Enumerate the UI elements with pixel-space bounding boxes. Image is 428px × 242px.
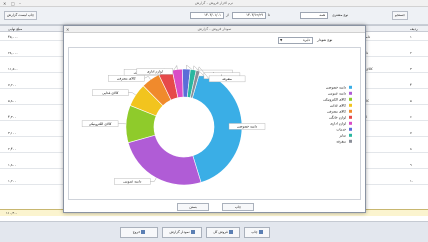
table-cell: ۲۸,۰۰۰ (8, 51, 18, 55)
total-sales-button[interactable]: فروش کل (206, 227, 240, 238)
table-cell: ۴ (410, 83, 412, 87)
slice-label: کالای الکترونیکی (89, 122, 112, 126)
slice-label: دامنه خصوصی (237, 125, 258, 129)
table-cell: ۸ (410, 147, 412, 151)
search-label: جستجو (395, 13, 406, 17)
table-cell: ۳,۱۰۰ (8, 131, 17, 135)
chart-type-label: نوع نمودار (317, 38, 333, 42)
print-list-button[interactable]: چاپ لیست گزارش (4, 11, 38, 20)
legend-swatch (349, 91, 352, 95)
legend-swatch (349, 127, 352, 131)
slice-label: دامنه عمومی (123, 180, 142, 184)
chart-icon (190, 230, 195, 234)
dialog-title: نمودار فروش - گزارش (197, 27, 232, 31)
exit-button[interactable]: خروج (120, 227, 158, 238)
bottom-bar: خروج نمودار گزارش فروش کل چاپ (0, 221, 428, 242)
table-cell: ۳ (410, 67, 412, 71)
to-label: تا (268, 13, 270, 17)
search-button[interactable]: جستجو (392, 11, 409, 20)
footer-total: ۱۱۰,۳۰۰ (6, 211, 18, 215)
legend-label: کالای الکترونیکی (323, 98, 346, 102)
printer-icon (258, 230, 263, 234)
legend-label: متفرقه (336, 140, 346, 144)
chart-report-label: نمودار گزارش (169, 230, 190, 234)
table-cell: ۱ (410, 35, 412, 39)
legend-swatch (349, 109, 352, 113)
legend-label: سایر (338, 134, 346, 138)
window-title: نرم افزار فروش - گزارش (194, 1, 234, 5)
table-cell: ۲,۴۰۰ (8, 147, 17, 151)
table-cell: ۱۰ (410, 179, 414, 183)
main-titlebar: ✕ □ – نرم افزار فروش - گزارش (0, 0, 428, 7)
legend-swatch (349, 85, 352, 89)
table-cell: ۵,۸۰۰ (8, 99, 17, 103)
slice-label: کالای غذایی (102, 91, 119, 95)
legend-swatch (349, 97, 352, 101)
legend-swatch (349, 103, 352, 107)
legend-label: دامنه عمومی (328, 92, 347, 96)
legend-label: خدمات (336, 128, 346, 132)
grid-column-header[interactable]: مبلغ نهایی (8, 27, 22, 31)
table-cell: ۴,۳۰۰ (8, 115, 17, 119)
table-cell: ۱,۲۰۰ (8, 179, 17, 183)
table-cell: ۵ (410, 99, 412, 103)
chart-type-value: دایره (302, 38, 310, 42)
legend-swatch (349, 121, 352, 125)
print-button[interactable]: چاپ (244, 227, 270, 238)
legend-label: کالای مصرفی (327, 110, 346, 114)
chart-report-button[interactable]: نمودار گزارش (162, 227, 202, 238)
chevron-down-icon: ▼ (280, 38, 283, 42)
chart-type-select[interactable]: ▼ دایره (278, 37, 313, 44)
exit-icon (141, 230, 146, 234)
table-cell: ۱,۸۰۰ (8, 163, 17, 167)
dialog-titlebar: ✕ نمودار فروش - گزارش (64, 26, 365, 33)
print-label: چاپ (251, 230, 258, 234)
from-date-field[interactable]: ۱۴۰۳/۰۱/۰۱ (190, 12, 224, 19)
table-cell: ۲ (410, 51, 412, 55)
callout-line (144, 76, 151, 80)
sales-icon (228, 230, 233, 234)
legend-label: لوازم اداری (330, 122, 346, 127)
customer-group-label: نوع مشتری (332, 13, 349, 17)
slice-label: کالای مصرفی (117, 77, 136, 81)
callout-line (128, 92, 136, 96)
dialog-options: ▼ دایره نوع نمودار (64, 33, 365, 48)
legend-label: دامنه خصوصی (326, 86, 347, 90)
table-cell: ۹ (410, 163, 412, 167)
donut-chart: دامنه خصوصی دامنه عمومی کالای الکترونیکی کا… (81, 64, 352, 186)
chart-dialog: ✕ نمودار فروش - گزارش ▼ دایره نوع نمودار… (63, 25, 366, 213)
legend-swatch (349, 133, 352, 137)
legend-swatch (349, 115, 352, 119)
toolbar: چاپ لیست گزارش ۱۴۰۳/۰۱/۰۱ از ۱۴۰۳/۱۲/۲۹ … (0, 7, 428, 25)
legend-label: کالای غذایی (330, 104, 347, 108)
table-cell: ۴۵,۰۰۰ (8, 35, 18, 39)
total-sales-label: فروش کل (213, 230, 228, 234)
to-date-field[interactable]: ۱۴۰۳/۱۲/۲۹ (232, 12, 266, 19)
slice-label: متفرقه (222, 77, 232, 81)
dialog-print-button[interactable]: چاپ (222, 203, 254, 211)
chart-area: دامنه خصوصی دامنه عمومی کالای الکترونیکی کا… (68, 47, 361, 200)
legend-swatch (349, 139, 352, 143)
callout-line (150, 177, 157, 182)
customer-group-select[interactable]: همه (300, 12, 328, 19)
table-cell: ۶ (410, 115, 412, 119)
dialog-buttons: بستن چاپ (64, 200, 365, 212)
exit-label: خروج (132, 230, 141, 234)
dialog-close-button[interactable]: بستن (177, 203, 209, 211)
grid-column-header[interactable]: ردیف (410, 27, 418, 31)
from-label: از (226, 13, 229, 17)
table-cell: ۷,۲۰۰ (8, 83, 17, 87)
pie-slice (127, 134, 202, 186)
print-list-label: چاپ لیست گزارش (7, 13, 35, 17)
table-cell: ۱۱,۵۰۰ (8, 67, 18, 71)
table-cell: ۷ (410, 131, 412, 135)
legend-label: لوازم خانگی (329, 116, 346, 121)
